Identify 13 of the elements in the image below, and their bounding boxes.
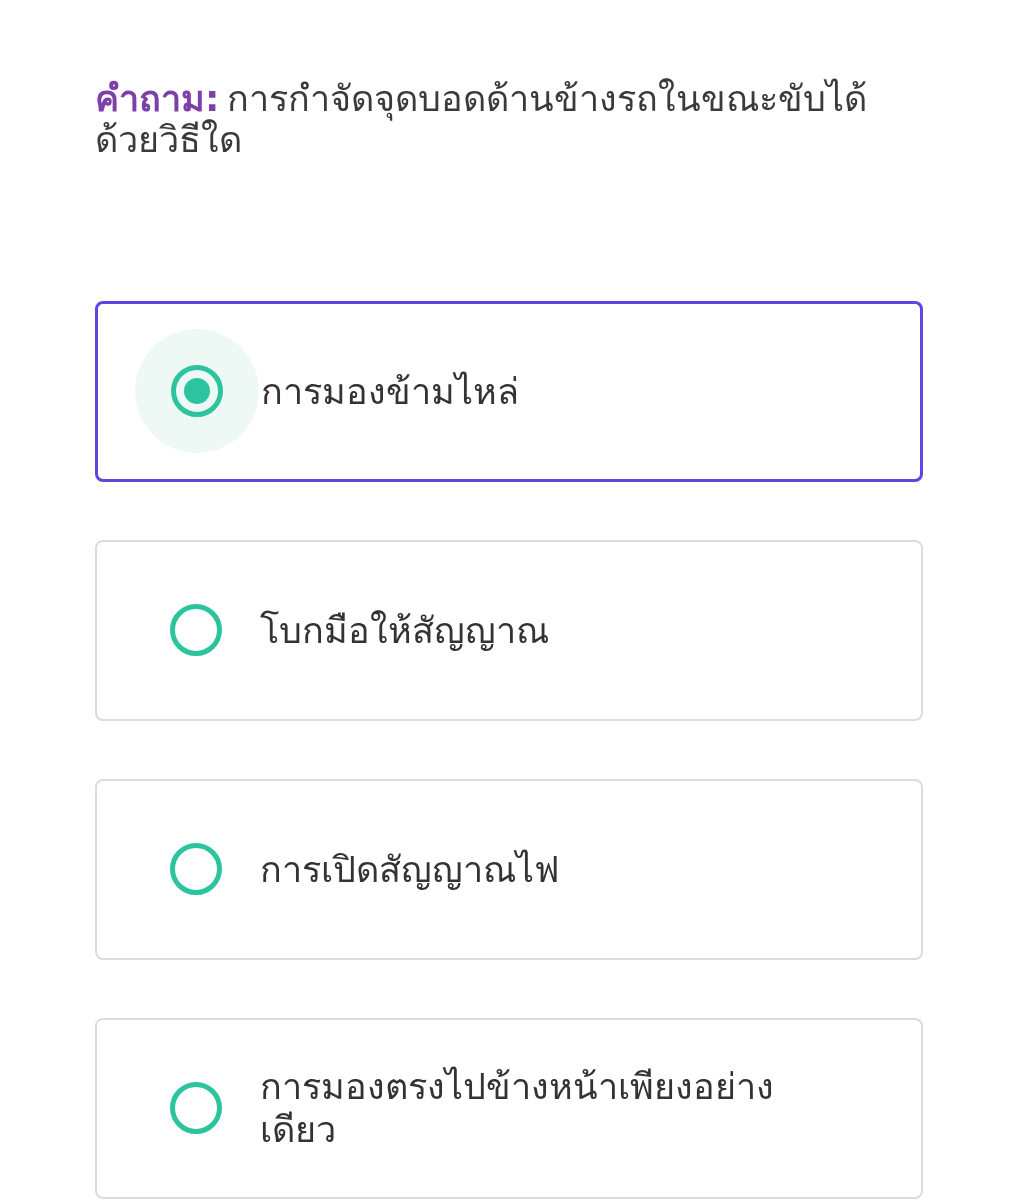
- option-label: การมองข้ามไหล่: [261, 369, 519, 413]
- answer-option[interactable]: โบกมือให้สัญญาณ: [95, 539, 923, 721]
- radio-button[interactable]: [171, 365, 223, 418]
- option-label: การมองตรงไปข้างหน้าเพียงอย่างเดียว: [260, 1065, 775, 1152]
- option-label: การเปิดสัญญาณไฟ: [260, 847, 559, 891]
- radio-button[interactable]: [170, 604, 222, 657]
- question-text: คำถาม: การกำจัดจุดบอดด้านข้างรถในขณะขับได้ด้วยวิธีใด: [95, 78, 869, 161]
- radio-button[interactable]: [170, 843, 222, 896]
- option-label: โบกมือให้สัญญาณ: [260, 608, 549, 652]
- answer-option[interactable]: การมองตรงไปข้างหน้าเพียงอย่างเดียว: [95, 1017, 923, 1199]
- answer-option[interactable]: การมองข้ามไหล่: [95, 300, 923, 482]
- radio-button[interactable]: [170, 1082, 222, 1135]
- answer-option[interactable]: การเปิดสัญญาณไฟ: [95, 778, 923, 960]
